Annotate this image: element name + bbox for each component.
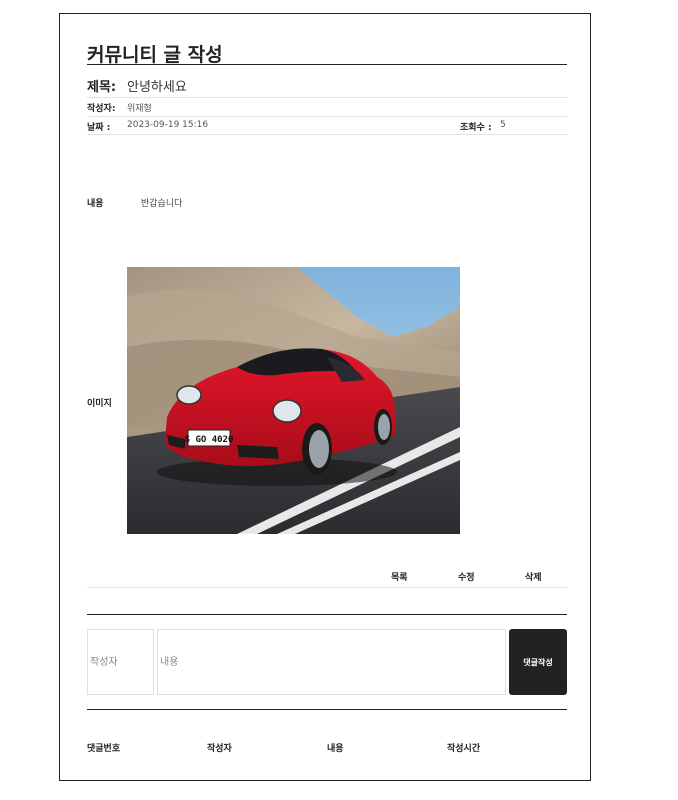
author-value: 위재형 [127, 104, 152, 114]
title-divider [87, 64, 567, 65]
comment-author-input[interactable] [87, 629, 154, 695]
comments-header-number: 댓글번호 [87, 744, 121, 754]
author-label: 작성자: [87, 104, 116, 114]
author-divider [87, 116, 567, 117]
subject-value: 안녕하세요 [127, 80, 187, 95]
list-button[interactable]: 목록 [391, 570, 408, 583]
date-divider [87, 134, 567, 135]
edit-button[interactable]: 수정 [458, 570, 475, 583]
date-value: 2023-09-19 15:16 [127, 120, 209, 130]
image-label: 이미지 [87, 399, 112, 409]
comments-header-author: 작성자 [207, 744, 232, 754]
comment-form-top-rule [87, 614, 567, 615]
comments-header-content: 내용 [327, 744, 344, 754]
comment-form-bottom-rule [87, 709, 567, 710]
actions-divider [87, 587, 567, 588]
delete-button[interactable]: 삭제 [525, 570, 542, 583]
content-label: 내용 [87, 199, 104, 209]
content-value: 반갑습니다 [141, 199, 183, 209]
date-label: 날짜 : [87, 123, 111, 133]
subject-divider [87, 97, 567, 98]
views-value: 5 [500, 120, 506, 130]
comment-content-input[interactable] [157, 629, 506, 695]
page-title: 커뮤니티 글 작성 [87, 44, 223, 66]
comments-header-time: 작성시간 [447, 744, 481, 754]
views-label: 조회수 : [460, 123, 492, 133]
submit-comment-button[interactable]: 댓글작성 [509, 629, 567, 695]
svg-text:S GO 4020: S GO 4020 [185, 435, 234, 445]
subject-label: 제목: [87, 80, 117, 95]
car-photo-icon: S GO 4020 [127, 267, 460, 534]
post-image: S GO 4020 [127, 267, 460, 534]
